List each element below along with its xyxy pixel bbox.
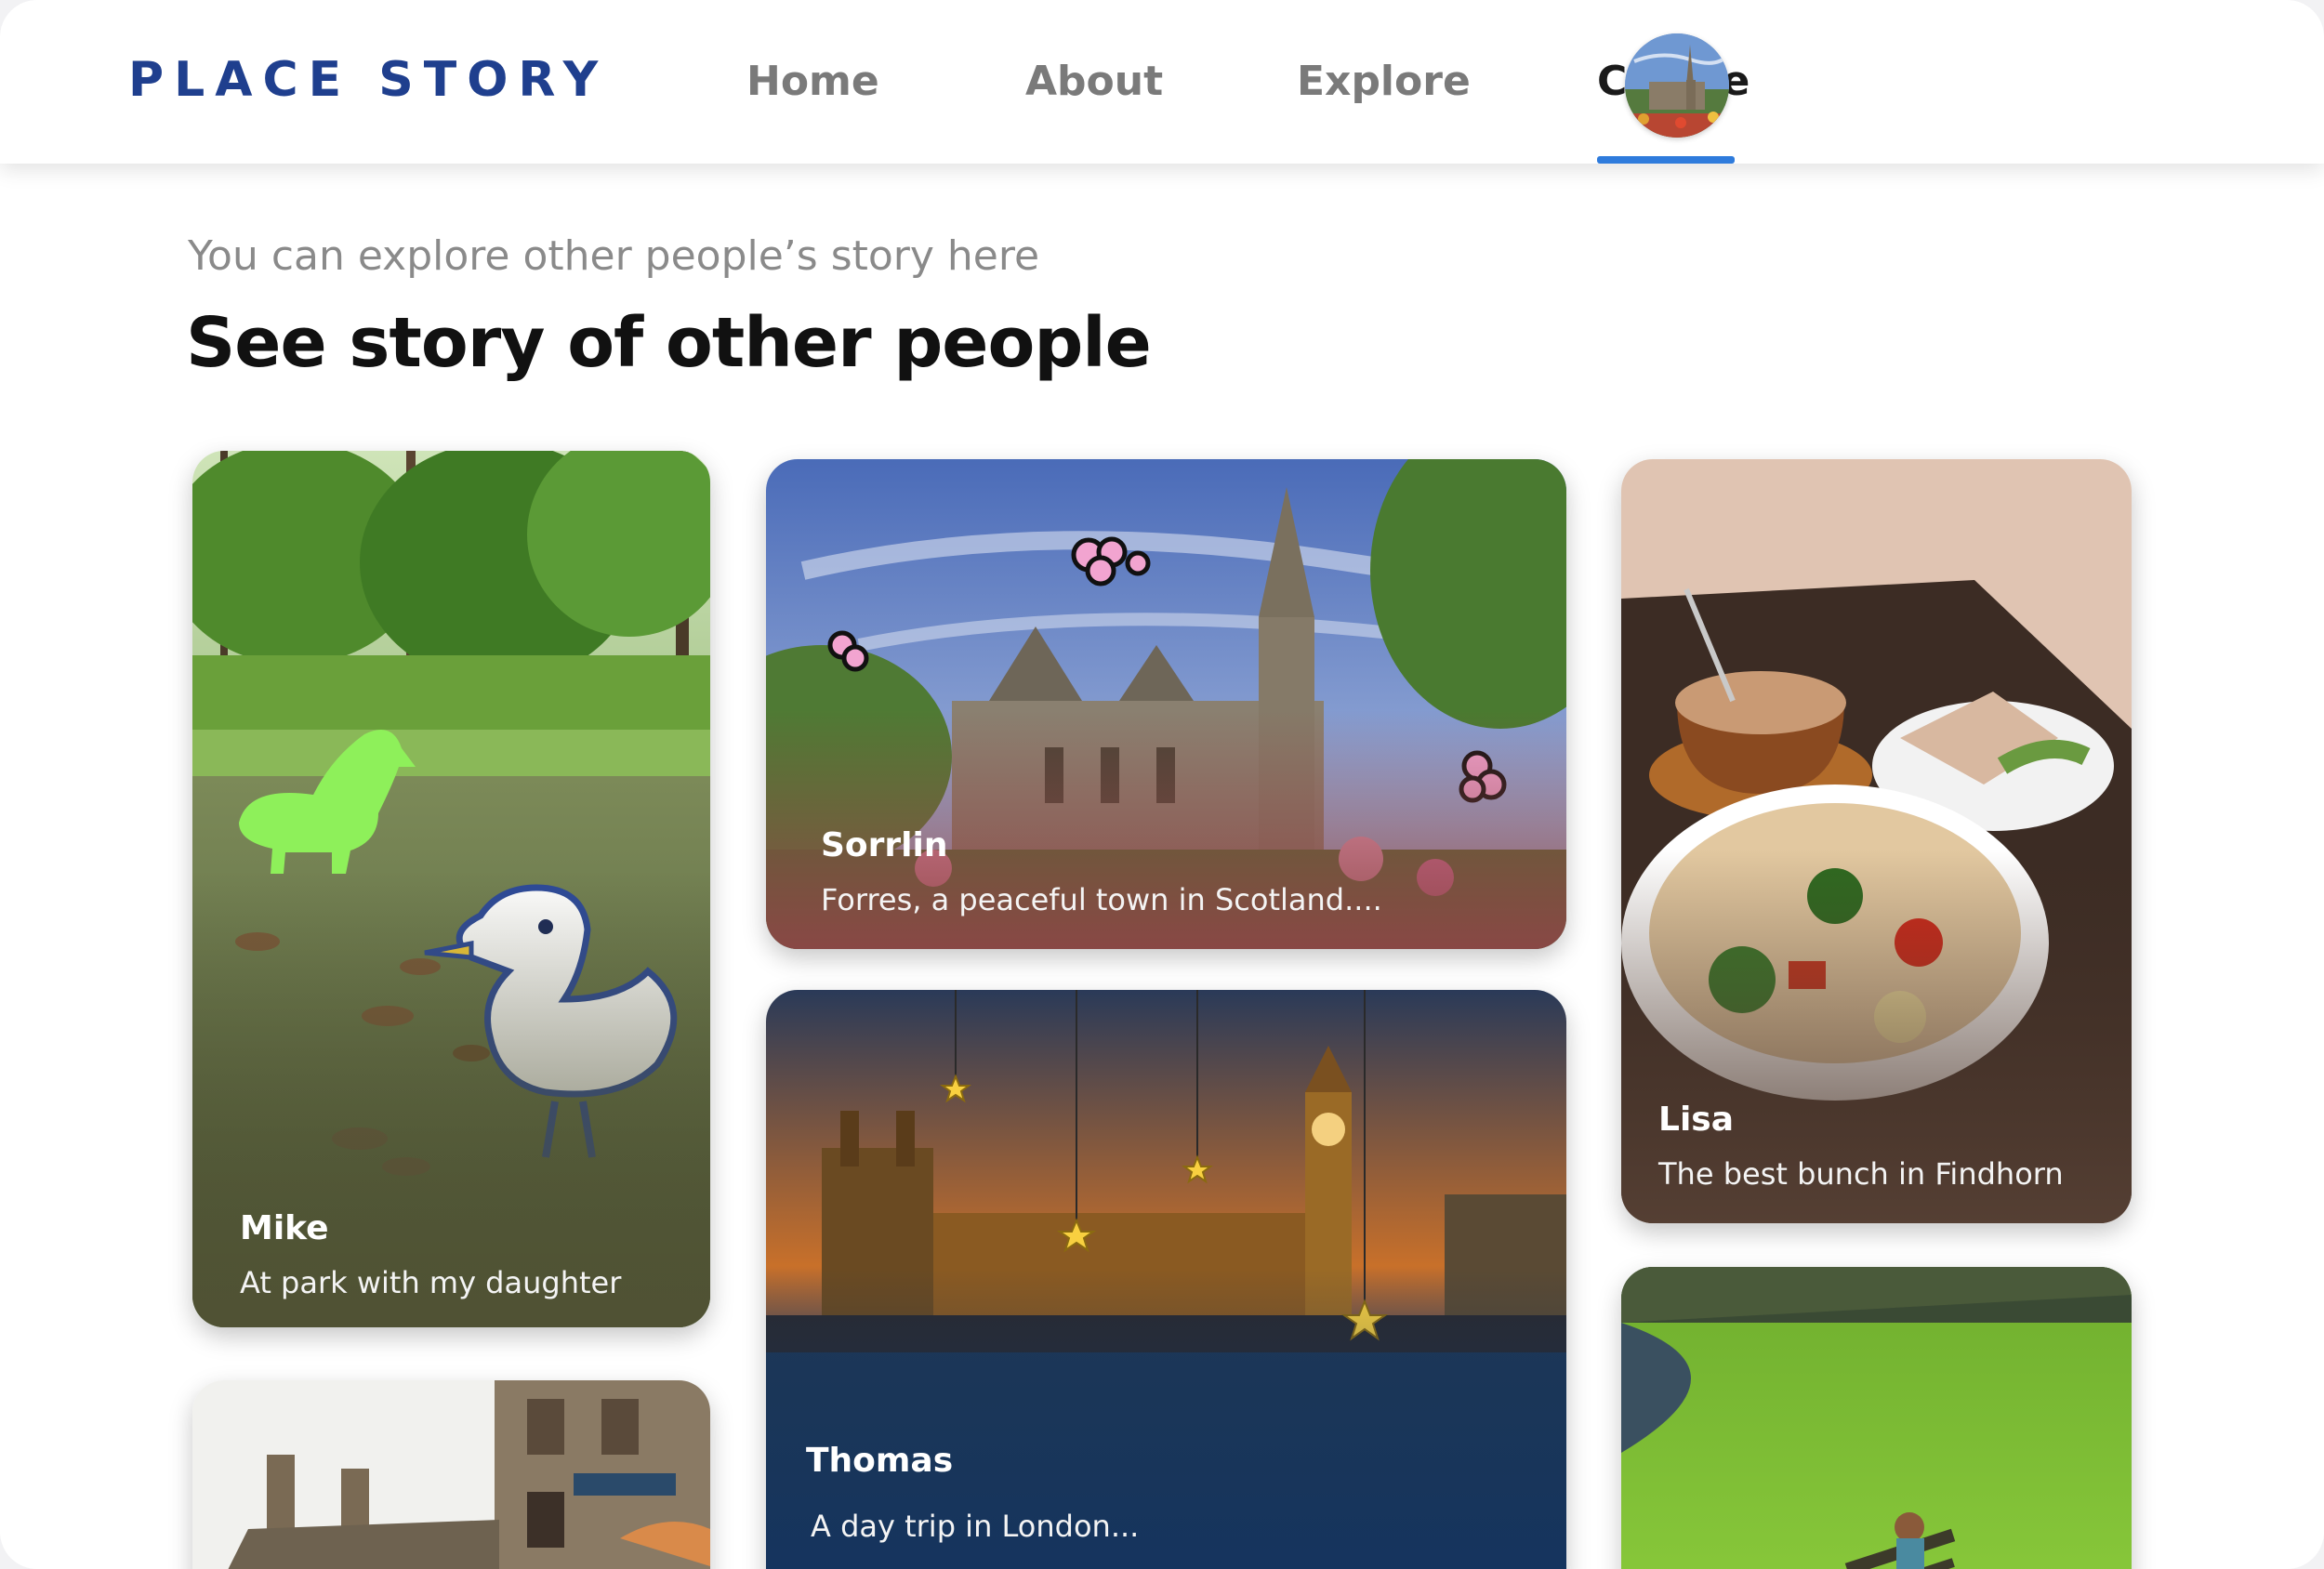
story-card-park[interactable]	[1621, 1267, 2132, 1569]
story-author: Mike	[240, 1209, 329, 1247]
story-caption: The best bunch in Findhorn	[1658, 1156, 2064, 1192]
story-card-thomas[interactable]: Thomas A day trip in London...	[766, 990, 1566, 1569]
story-caption: A day trip in London...	[811, 1509, 1140, 1544]
story-caption: At park with my daughter	[240, 1265, 622, 1300]
nav-explore[interactable]: Explore	[1297, 58, 1471, 105]
page-title: See story of other people	[186, 303, 1152, 383]
story-card-mike[interactable]: Mike At park with my daughter	[192, 451, 710, 1327]
london-parliament-image	[766, 990, 1566, 1569]
nav-about[interactable]: About	[1025, 58, 1163, 105]
user-avatar[interactable]	[1625, 33, 1729, 138]
app-logo[interactable]: PLACE STORY	[128, 52, 608, 108]
green-park-bench-image	[1621, 1267, 2132, 1569]
page-subtitle: You can explore other people’s story her…	[188, 232, 1040, 280]
story-author: Sorrlin	[821, 826, 948, 864]
old-town-street-image	[192, 1380, 710, 1569]
story-caption: Forres, a peaceful town in Scotland....	[821, 882, 1382, 917]
story-card-sorrlin[interactable]: Sorrlin Forres, a peaceful town in Scotl…	[766, 459, 1566, 949]
story-author: Lisa	[1658, 1101, 1734, 1139]
cathedral-image	[766, 459, 1566, 949]
avatar-cathedral-image	[1625, 33, 1729, 138]
story-author: Thomas	[806, 1442, 954, 1480]
app-window: PLACE STORY Home About Explore Create Yo…	[0, 0, 2324, 1569]
story-card-old-town[interactable]	[192, 1380, 710, 1569]
story-card-lisa[interactable]: Lisa The best bunch in Findhorn	[1621, 459, 2132, 1223]
top-navigation: PLACE STORY Home About Explore Create	[0, 0, 2324, 164]
active-tab-indicator	[1597, 156, 1735, 164]
nav-home[interactable]: Home	[746, 58, 879, 105]
duck-pond-image	[192, 451, 710, 1327]
